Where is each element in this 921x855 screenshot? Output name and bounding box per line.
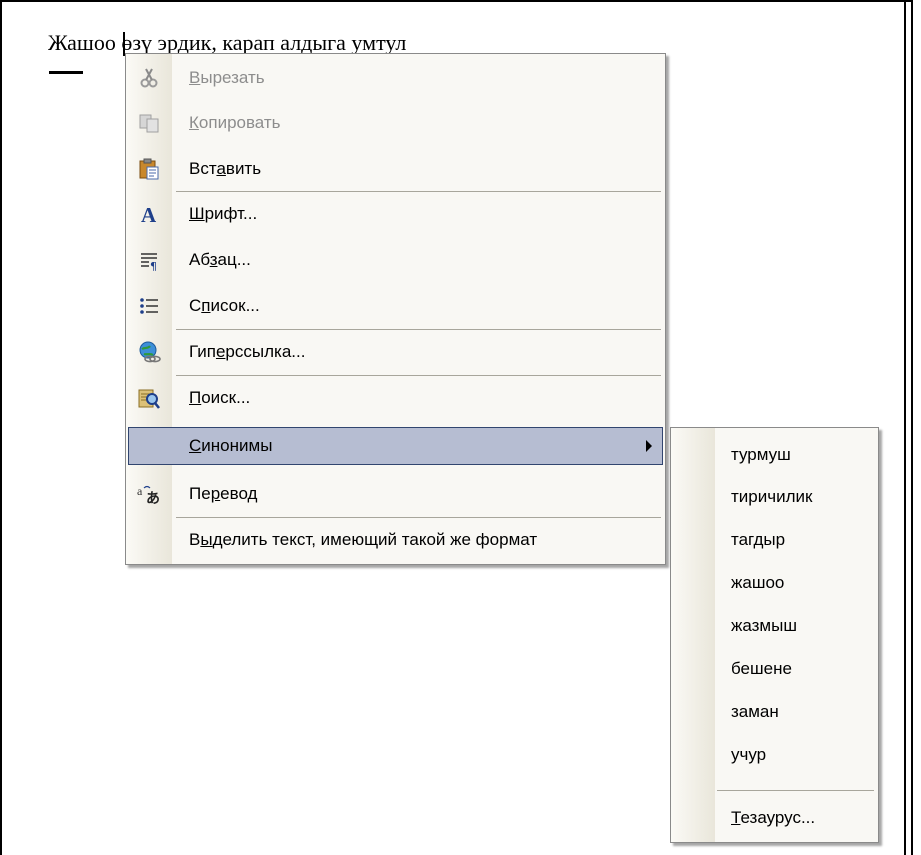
svg-text:あ: あ (146, 491, 160, 506)
menu-item-label: Вырезать (189, 68, 265, 87)
menu-item-label: Шрифт... (189, 204, 258, 223)
hyperlink-icon (137, 340, 161, 364)
menu-separator (176, 329, 661, 330)
synonym-item[interactable]: бешене (673, 648, 876, 688)
synonym-item[interactable]: тагдыр (673, 519, 876, 559)
menu-item-label: Абзац... (189, 250, 251, 269)
synonym-item[interactable]: жашоо (673, 562, 876, 602)
translate-icon: a あ (137, 482, 161, 507)
synonym-item[interactable]: жазмыш (673, 605, 876, 645)
menu-item-translate[interactable]: a あ Перевод (128, 475, 663, 513)
synonyms-submenu: турмуш тиричилик тагдыр жашоо жазмыш беш… (670, 427, 879, 843)
menu-item-label: Список... (189, 296, 260, 315)
list-icon (137, 294, 161, 318)
svg-text:¶: ¶ (150, 260, 157, 272)
menu-item-paste[interactable]: Вставить (128, 150, 663, 188)
menu-item-label: Синонимы (189, 436, 273, 455)
menu-item-search[interactable]: Поиск... (128, 379, 663, 417)
menu-item-label: Перевод (189, 484, 258, 503)
scissors-icon (137, 66, 161, 90)
synonym-item[interactable]: учур (673, 734, 876, 774)
menu-item-label: Гиперссылка... (189, 342, 306, 361)
menu-item-label: Копировать (189, 113, 281, 132)
paragraph-icon: ¶ (137, 248, 161, 273)
svg-text:A: A (141, 203, 157, 226)
menu-item-synonyms[interactable]: Синонимы (128, 427, 663, 465)
menu-item-label: Вставить (189, 159, 262, 178)
menu-separator (717, 790, 874, 791)
menu-item-label: Поиск... (189, 388, 251, 407)
menu-item-label: Выделить текст, имеющий такой же формат (189, 530, 538, 549)
copy-icon (137, 111, 161, 135)
menu-item-cut[interactable]: Вырезать (128, 59, 663, 97)
menu-item-thesaurus[interactable]: Тезаурус... (673, 797, 876, 837)
menu-item-list[interactable]: Список... (128, 287, 663, 325)
svg-text:a: a (137, 484, 143, 498)
menu-item-copy[interactable]: Копировать (128, 104, 663, 142)
synonym-item[interactable]: турмуш (673, 434, 876, 474)
synonym-item[interactable]: тиричилик (673, 476, 876, 516)
paste-icon (137, 157, 161, 181)
menu-item-select-similar-format[interactable]: Выделить текст, имеющий такой же формат (128, 521, 663, 559)
search-icon (137, 386, 161, 410)
submenu-arrow-icon (646, 440, 652, 452)
menu-separator (176, 375, 661, 376)
synonym-item[interactable]: заман (673, 691, 876, 731)
page-edge-line (904, 0, 906, 855)
font-icon: A (137, 202, 161, 227)
paragraph-mark (49, 71, 83, 74)
menu-separator (176, 517, 661, 518)
menu-item-font[interactable]: A Шрифт... (128, 195, 663, 233)
menu-separator (176, 191, 661, 192)
menu-item-paragraph[interactable]: ¶ Абзац... (128, 241, 663, 279)
context-menu: Вырезать Копировать Вставить A Шрифт... … (125, 53, 666, 565)
menu-item-hyperlink[interactable]: Гиперссылка... (128, 333, 663, 371)
